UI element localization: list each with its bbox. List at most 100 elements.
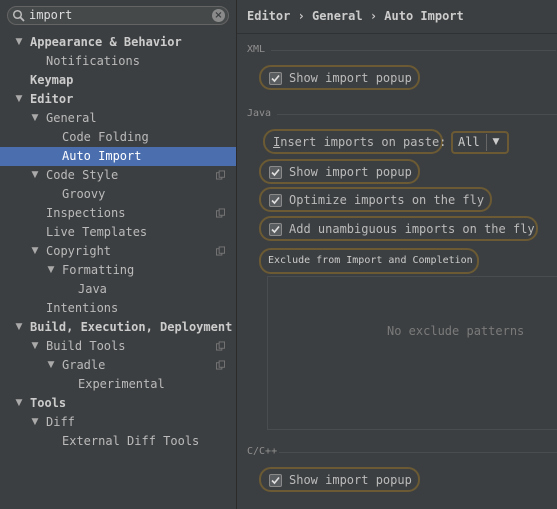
xml-show-popup-label: Show import popup: [289, 71, 412, 85]
tree-item-copyright[interactable]: ▼ Copyright: [0, 242, 236, 261]
tree-item-label: Diff: [46, 415, 75, 429]
exclude-from-import-tab[interactable]: Exclude from Import and Completion: [259, 248, 479, 274]
project-scope-icon: [216, 208, 225, 218]
insert-imports-on-paste-label-text: nsert imports on paste:: [280, 135, 447, 149]
insert-imports-on-paste-label-box: Insert imports on paste:: [263, 129, 447, 154]
exclude-from-import-label: Exclude from Import and Completion: [268, 255, 473, 266]
tree-item-build-tools[interactable]: ▼ Build Tools: [0, 337, 236, 356]
insert-imports-on-paste-dropdown[interactable]: All ▼: [451, 131, 509, 154]
tree-item-label: Code Folding: [62, 130, 149, 144]
clear-search-icon[interactable]: ×: [212, 9, 225, 22]
tree-item-label: Experimental: [78, 377, 165, 391]
add-unambiguous-imports-label: Add unambiguous imports on the fly: [289, 222, 535, 236]
tree-item-auto-import[interactable]: Auto Import: [0, 147, 236, 166]
tree-item-external-diff-tools[interactable]: External Diff Tools: [0, 432, 236, 451]
settings-content: Editor › General › Auto Import XML Show …: [237, 0, 557, 509]
cpp-show-popup-checkbox[interactable]: Show import popup: [259, 467, 420, 492]
expand-arrow-icon[interactable]: ▼: [45, 356, 57, 375]
settings-tree: ▼ Appearance & Behavior Notifications Keyma…: [0, 33, 236, 451]
expand-arrow-icon[interactable]: ▼: [13, 33, 25, 52]
optimize-imports-label: Optimize imports on the fly: [289, 193, 485, 207]
expand-arrow-icon[interactable]: ▼: [13, 394, 25, 413]
tree-item-label: Code Style: [46, 168, 119, 182]
checkbox-checked-icon[interactable]: [269, 223, 282, 236]
tree-item-appearance-behavior[interactable]: ▼ Appearance & Behavior: [0, 33, 236, 52]
expand-arrow-icon[interactable]: ▼: [13, 90, 25, 109]
tree-item-intentions[interactable]: Intentions: [0, 299, 236, 318]
checkbox-checked-icon[interactable]: [269, 194, 282, 207]
java-show-popup-label: Show import popup: [289, 165, 412, 179]
empty-list-text: No exclude patterns: [387, 324, 525, 338]
expand-arrow-icon[interactable]: ▼: [45, 261, 57, 280]
section-cpp: C/C++: [247, 446, 557, 457]
expand-arrow-icon[interactable]: ▼: [29, 242, 41, 261]
checkbox-checked-icon[interactable]: [269, 474, 282, 487]
tree-item-diff[interactable]: ▼ Diff: [0, 413, 236, 432]
tree-item-label: Java: [78, 282, 107, 296]
tree-item-label: Build, Execution, Deployment: [30, 320, 233, 334]
tree-item-label: Notifications: [46, 54, 140, 68]
optimize-imports-checkbox[interactable]: Optimize imports on the fly: [259, 187, 492, 212]
tree-item-editor[interactable]: ▼ Editor: [0, 90, 236, 109]
settings-sidebar: import × ▼ Appearance & Behavior Notificat…: [0, 0, 236, 509]
tree-item-label: Copyright: [46, 244, 112, 258]
tree-item-label: Live Templates: [46, 225, 148, 239]
tree-item-label: Gradle: [62, 358, 106, 372]
expand-arrow-icon[interactable]: ▼: [29, 337, 41, 356]
expand-arrow-icon[interactable]: ▼: [29, 413, 41, 432]
expand-arrow-icon[interactable]: ▼: [13, 318, 25, 337]
tree-item-code-style[interactable]: ▼ Code Style: [0, 166, 236, 185]
settings-search-field[interactable]: import ×: [7, 6, 229, 25]
project-scope-icon: [216, 170, 225, 180]
section-xml: XML: [247, 44, 556, 55]
tree-item-label: General: [46, 111, 97, 125]
section-xml-title: XML: [247, 44, 266, 55]
tree-item-label: Groovy: [62, 187, 106, 201]
tree-item-label: Tools: [30, 396, 67, 410]
tree-item-label: Appearance & Behavior: [30, 35, 182, 49]
header-divider: [237, 33, 557, 34]
project-scope-icon: [216, 341, 225, 351]
tree-item-label: External Diff Tools: [62, 434, 200, 448]
exclude-patterns-list[interactable]: No exclude patterns: [267, 276, 557, 430]
section-java-title: Java: [247, 108, 272, 119]
tree-item-tools[interactable]: ▼ Tools: [0, 394, 236, 413]
tree-item-label: Formatting: [62, 263, 135, 277]
insert-imports-on-paste-label: Insert imports on paste:: [273, 135, 447, 149]
tree-item-formatting[interactable]: ▼ Formatting: [0, 261, 236, 280]
tree-item-experimental[interactable]: Experimental: [0, 375, 236, 394]
cpp-show-popup-label: Show import popup: [289, 473, 412, 487]
checkbox-checked-icon[interactable]: [269, 72, 282, 85]
xml-show-popup-checkbox[interactable]: Show import popup: [259, 65, 420, 90]
add-unambiguous-imports-checkbox[interactable]: Add unambiguous imports on the fly: [259, 216, 538, 241]
tree-item-build-execution-deployment[interactable]: ▼ Build, Execution, Deployment: [0, 318, 236, 337]
checkbox-checked-icon[interactable]: [269, 166, 282, 179]
breadcrumb: Editor › General › Auto Import: [247, 9, 464, 23]
search-icon: [12, 9, 25, 22]
tree-item-gradle[interactable]: ▼ Gradle: [0, 356, 236, 375]
tree-item-groovy[interactable]: Groovy: [0, 185, 236, 204]
section-java: Java: [247, 108, 557, 119]
insert-imports-value: All: [458, 135, 480, 149]
chevron-down-icon[interactable]: ▼: [486, 134, 505, 151]
tree-item-general[interactable]: ▼ General: [0, 109, 236, 128]
tree-item-label: Keymap: [30, 73, 74, 87]
tree-item-java[interactable]: Java: [0, 280, 236, 299]
project-scope-icon: [216, 246, 225, 256]
section-cpp-title: C/C++: [247, 446, 278, 457]
tree-item-label: Inspections: [46, 206, 126, 220]
java-show-popup-checkbox[interactable]: Show import popup: [259, 159, 420, 184]
tree-item-label: Intentions: [46, 301, 119, 315]
tree-item-label: Auto Import: [62, 149, 142, 163]
tree-item-label: Editor: [30, 92, 74, 106]
tree-item-label: Build Tools: [46, 339, 126, 353]
tree-item-inspections[interactable]: Inspections: [0, 204, 236, 223]
expand-arrow-icon[interactable]: ▼: [29, 109, 41, 128]
expand-arrow-icon[interactable]: ▼: [29, 166, 41, 185]
tree-item-live-templates[interactable]: Live Templates: [0, 223, 236, 242]
tree-item-code-folding[interactable]: Code Folding: [0, 128, 236, 147]
tree-item-notifications[interactable]: Notifications: [0, 52, 236, 71]
tree-item-keymap[interactable]: Keymap: [0, 71, 236, 90]
project-scope-icon: [216, 360, 225, 370]
search-input[interactable]: import: [29, 8, 72, 23]
